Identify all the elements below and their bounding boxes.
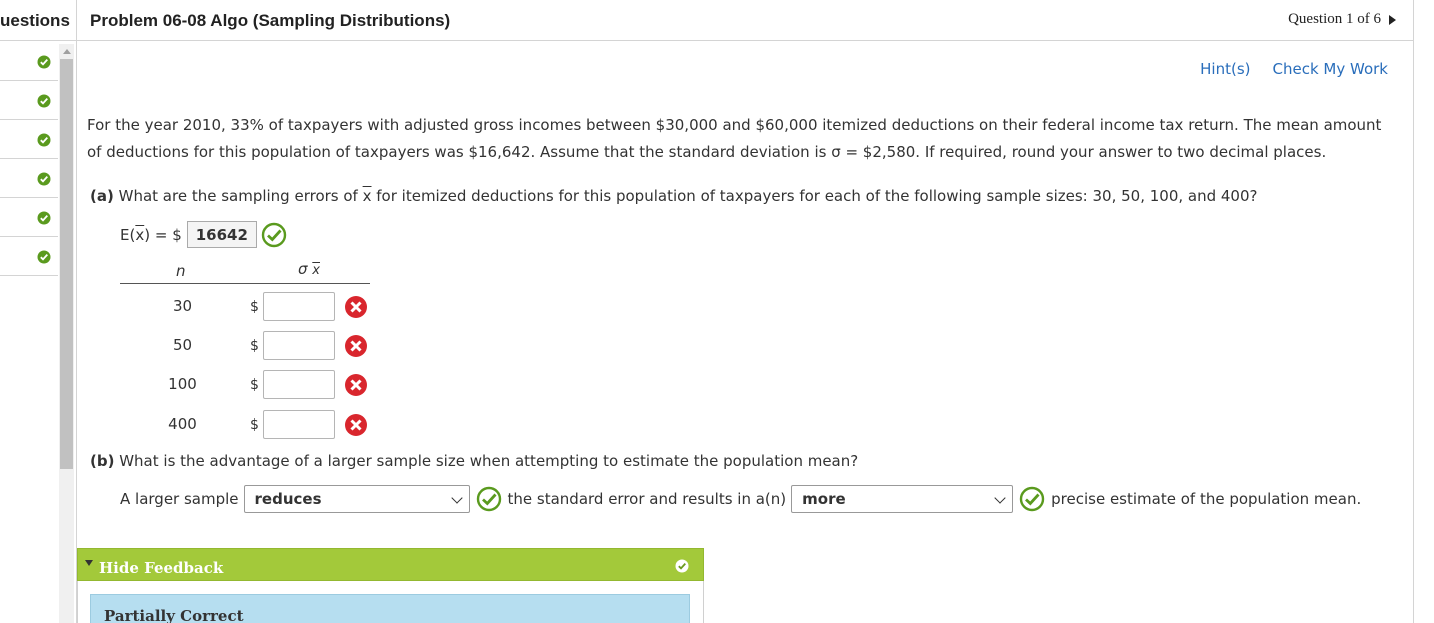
top-links: Hint(s) Check My Work <box>1200 60 1388 78</box>
question-nav-next[interactable]: Question 1 of 6 <box>1288 11 1396 28</box>
ex-suffix: ) = $ <box>144 225 182 244</box>
scrollbar[interactable] <box>59 44 74 623</box>
triangle-down-icon <box>85 560 93 566</box>
question-list-item[interactable] <box>0 237 58 276</box>
part-a-question: (a) What are the sampling errors of x fo… <box>90 183 1257 210</box>
chevron-down-icon <box>994 492 1006 504</box>
question-nav-label: Question 1 of 6 <box>1288 11 1381 27</box>
part-b-prefix: A larger sample <box>120 490 239 508</box>
part-a-label: (a) <box>90 187 114 205</box>
check-circle-icon <box>1019 486 1045 512</box>
hide-feedback-toggle[interactable]: Hide Feedback <box>77 548 704 581</box>
question-list <box>0 42 58 276</box>
part-a-text-before: What are the sampling errors of <box>113 187 363 205</box>
content-divider <box>76 41 77 623</box>
check-badge-icon <box>37 172 51 186</box>
reduces-select[interactable]: reduces <box>243 485 470 513</box>
sample-size: 400 <box>168 415 197 433</box>
part-b-answer-row: A larger sample reduces the standard err… <box>120 485 1361 513</box>
dollar-sign: $ <box>250 299 259 315</box>
question-list-item[interactable] <box>0 81 58 120</box>
dollar-sign: $ <box>250 377 259 393</box>
column-n-header: n <box>176 262 186 280</box>
check-circle-icon <box>476 486 501 512</box>
feedback-status-box: Partially Correct <box>90 594 690 623</box>
column-sigma-header: σ x <box>298 260 320 278</box>
check-badge-icon <box>37 94 51 108</box>
select-value: reduces <box>254 490 322 508</box>
table-row: 400 $ <box>120 410 380 440</box>
check-badge-icon <box>37 133 51 147</box>
right-divider <box>1413 0 1414 623</box>
problem-title: Problem 06-08 Algo (Sampling Distributio… <box>90 11 451 30</box>
part-b-text: What is the advantage of a larger sample… <box>114 452 859 470</box>
part-b-question: (b) What is the advantage of a larger sa… <box>90 448 858 475</box>
more-select[interactable]: more <box>791 485 1014 513</box>
feedback-border <box>703 581 704 623</box>
sampling-error-input-30[interactable] <box>263 292 335 321</box>
x-bar-symbol: x <box>362 187 372 205</box>
expected-value-row: E(x) = $ 16642 <box>120 221 287 248</box>
part-b-middle: the standard error and results in a(n) <box>507 490 787 508</box>
header: uestions Problem 06-08 Algo (Sampling Di… <box>0 0 1414 41</box>
check-badge-icon <box>37 250 51 264</box>
x-circle-icon <box>345 414 367 436</box>
check-badge-icon <box>37 211 51 225</box>
chevron-down-icon <box>450 492 463 504</box>
part-b-suffix: precise estimate of the population mean. <box>1051 490 1362 508</box>
sample-size: 100 <box>168 375 197 393</box>
ex-x-bar: x <box>135 225 145 244</box>
scroll-up-icon[interactable] <box>59 44 74 58</box>
select-value: more <box>802 490 846 508</box>
ex-prefix: E( <box>120 225 136 244</box>
feedback-border <box>77 581 78 623</box>
check-circle-icon <box>261 222 287 247</box>
table-header-line <box>120 283 370 284</box>
part-a-text-after: for itemized deductions for this populat… <box>371 187 1258 205</box>
x-circle-icon <box>345 335 367 357</box>
question-list-item[interactable] <box>0 198 58 237</box>
check-my-work-link[interactable]: Check My Work <box>1273 60 1388 78</box>
check-badge-icon <box>37 55 51 69</box>
sigma-x-bar: x <box>312 263 320 278</box>
sigma-symbol: σ <box>298 260 308 278</box>
question-list-item[interactable] <box>0 120 58 159</box>
sampling-error-input-400[interactable] <box>263 410 335 439</box>
sample-size: 50 <box>172 336 193 354</box>
triangle-right-icon <box>1389 14 1396 25</box>
table-row: 100 $ <box>120 370 380 400</box>
header-divider <box>76 0 77 41</box>
dollar-sign: $ <box>250 417 259 433</box>
hint-link[interactable]: Hint(s) <box>1200 60 1250 78</box>
problem-intro: For the year 2010, 33% of taxpayers with… <box>87 116 1382 161</box>
table-row: 50 $ <box>120 331 380 361</box>
sampling-error-input-50[interactable] <box>263 331 335 360</box>
table-row: 30 $ <box>120 292 380 322</box>
questions-header-label: uestions <box>0 11 70 30</box>
dollar-sign: $ <box>250 338 259 354</box>
expected-value-answer[interactable]: 16642 <box>186 221 257 248</box>
hide-feedback-label: Hide Feedback <box>99 559 224 577</box>
feedback-status: Partially Correct <box>104 607 244 623</box>
x-circle-icon <box>345 374 367 396</box>
x-circle-icon <box>345 296 367 318</box>
check-badge-icon <box>675 559 689 573</box>
sampling-error-input-100[interactable] <box>263 370 335 399</box>
question-list-item[interactable] <box>0 159 58 198</box>
question-list-item[interactable] <box>0 42 58 81</box>
sample-size: 30 <box>172 297 193 315</box>
part-b-label: (b) <box>90 452 115 470</box>
scrollbar-thumb[interactable] <box>60 59 73 469</box>
